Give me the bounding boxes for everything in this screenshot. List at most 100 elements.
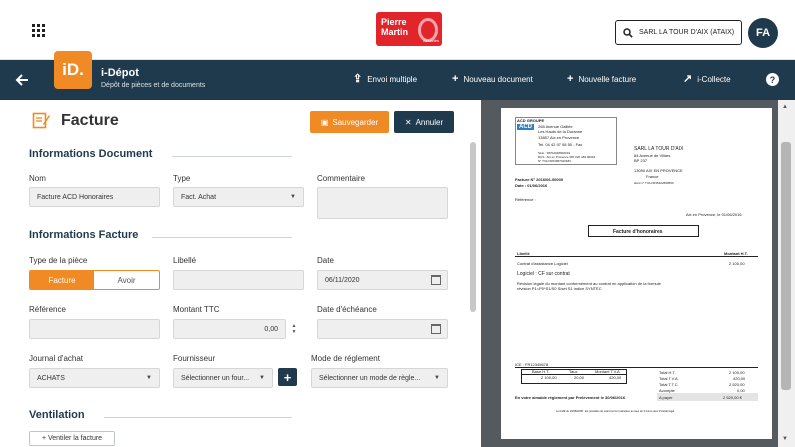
doc-facture-date: Date : 01/06/2016 <box>515 183 548 188</box>
section-divider <box>104 417 292 418</box>
nav-bar: i-Dépot Dépôt de pièces et de documents … <box>0 60 795 100</box>
calendar-icon[interactable] <box>431 275 441 285</box>
save-label: Sauvegarder <box>332 117 379 127</box>
ventiler-button[interactable]: + Ventiler la facture <box>29 431 115 446</box>
montant-value: 0,00 <box>264 325 278 333</box>
nom-input[interactable]: Facture ACD Honoraires <box>29 187 160 207</box>
add-fournisseur-button[interactable]: + <box>278 368 297 386</box>
document-preview: ACD GROUPE ACD 268 Avenue Galilée Les Ha… <box>481 100 795 447</box>
fournisseur-select[interactable]: Sélectionner un four... ▼ <box>173 368 273 388</box>
back-arrow-icon[interactable] <box>14 72 30 88</box>
doc-facture-no: Facture N° 2016/06-00000 <box>515 177 564 182</box>
search-icon <box>623 27 633 38</box>
libelle-input[interactable] <box>173 270 304 290</box>
envoi-multiple-label: Envoi multiple <box>367 74 418 84</box>
company-logo: Pierre Martin Associés <box>376 12 442 46</box>
company-name: SARL LA TOUR D'AIX (ATAIX) <box>639 29 735 36</box>
commentaire-label: Commentaire <box>317 174 366 183</box>
chevron-up-icon[interactable]: ▲ <box>782 104 788 110</box>
date-label: Date <box>317 256 334 265</box>
libelle-label: Libellé <box>173 256 197 265</box>
nouvelle-facture-button[interactable]: + Nouvelle facture <box>567 73 637 85</box>
cancel-label: Annuler <box>415 117 444 127</box>
reference-input[interactable] <box>29 319 160 339</box>
journal-select[interactable]: ACHATS ▼ <box>29 368 160 388</box>
i-collecte-button[interactable]: ↗ i-Collecte <box>683 74 731 85</box>
doc-tbl-h2: Taux <box>569 369 578 374</box>
doc-tbl-h3: Montant T.V.A. <box>595 369 621 374</box>
date-input[interactable]: 06/11/2020 <box>317 270 448 290</box>
form-scrollbar[interactable] <box>470 142 476 312</box>
app-icon: iD. <box>54 51 92 89</box>
doc-logo: ACD <box>517 124 534 130</box>
logo-line2: Martin <box>381 27 408 37</box>
echeance-input[interactable] <box>317 319 448 339</box>
save-button[interactable]: ▣ Sauvegarder <box>310 111 389 133</box>
doc-apayer-label: A payer <box>659 395 673 400</box>
doc-tva: N° TVA FR63387020483 <box>538 159 571 163</box>
doc-client-tva: ident n° TVA FR35402658559 <box>634 181 674 185</box>
journal-label: Journal d'achat <box>29 354 84 363</box>
section-title-ventilation: Ventilation <box>29 409 85 421</box>
nom-label: Nom <box>29 174 46 183</box>
doc-line1: Contrat d'assistance Logiciel <box>517 261 568 266</box>
doc-place-date: Aix en Provence, le 01/06/2016 <box>686 212 742 217</box>
doc-reference: Référence : <box>515 197 536 202</box>
doc-tot-tva-label: Total T.V.A. <box>659 376 679 381</box>
doc-tot-ht-label: Total H.T. <box>659 370 676 375</box>
doc-line2: Logiciel : CF sur contrat <box>517 271 570 277</box>
doc-tot-ttc-label: Total T.T.C. <box>659 382 679 387</box>
apps-grid-icon[interactable] <box>32 24 45 37</box>
type-piece-label: Type de la pièce <box>29 256 88 265</box>
nouveau-document-button[interactable]: + Nouveau document <box>452 74 533 85</box>
doc-col-montant: Montant H.T. <box>724 251 748 256</box>
doc-col-libelle: Libellé <box>517 251 530 256</box>
doc-rule <box>515 256 758 257</box>
toggle-facture[interactable]: Facture <box>30 271 94 289</box>
envoi-multiple-button[interactable]: ⇪ Envoi multiple <box>353 74 418 85</box>
toggle-avoir[interactable]: Avoir <box>94 271 159 289</box>
help-icon[interactable]: ? <box>766 73 779 86</box>
cancel-button[interactable]: ✕ Annuler <box>394 111 454 133</box>
page-title: Facture <box>61 112 119 129</box>
nouveau-document-label: Nouveau document <box>463 74 533 84</box>
reglement-select[interactable]: Sélectionner un mode de règle... ▼ <box>311 368 448 388</box>
doc-apayer: 2 520,00 € <box>723 395 742 400</box>
logo-sub: Associés <box>422 38 439 43</box>
calendar-icon[interactable] <box>431 324 441 334</box>
type-label: Type <box>173 174 191 183</box>
top-bar: Pierre Martin Associés SARL LA TOUR D'AI… <box>0 0 795 60</box>
chevron-down-icon: ▼ <box>290 194 296 200</box>
plus-icon: + <box>567 73 574 85</box>
doc-box-title: Facture d'honoraires <box>613 229 663 235</box>
doc-tbl-h1: Base H.T. <box>532 369 550 374</box>
chevron-down-icon[interactable]: ▼ <box>782 436 788 442</box>
echeance-label: Date d'échéance <box>317 305 377 314</box>
company-selector-button[interactable]: SARL LA TOUR D'AIX (ATAIX) <box>615 20 742 45</box>
app-subtitle: Dépôt de pièces et de documents <box>101 82 206 89</box>
reglement-label: Mode de réglement <box>311 354 380 363</box>
doc-tel: Tel. 04 42 97 08 50 - Fax <box>538 142 583 147</box>
section-divider <box>152 237 292 238</box>
user-avatar[interactable]: FA <box>748 18 778 48</box>
chevron-down-icon[interactable]: ▼ <box>292 329 297 335</box>
montant-stepper[interactable]: ▲ ▼ <box>287 319 301 339</box>
fournisseur-value: Sélectionner un four... <box>181 374 250 382</box>
reglement-value: Sélectionner un mode de règle... <box>319 374 421 382</box>
commentaire-textarea[interactable] <box>317 187 448 219</box>
doc-group: ACD GROUPE <box>517 118 545 123</box>
doc-rule <box>515 367 758 368</box>
doc-line4: révision P1=P0*S1/S0 S/set S1 indice SYN… <box>517 286 602 291</box>
type-value: Fact. Achat <box>181 193 217 201</box>
doc-line1-amount: 2 100,00 <box>729 261 745 266</box>
fournisseur-label: Fournisseur <box>173 354 216 363</box>
type-piece-toggle: Facture Avoir <box>29 270 160 290</box>
section-divider <box>172 156 292 157</box>
montant-input[interactable]: 0,00 <box>173 319 286 339</box>
preview-scrollbar[interactable] <box>781 142 791 390</box>
nouvelle-facture-label: Nouvelle facture <box>578 74 637 84</box>
type-select[interactable]: Fact. Achat ▼ <box>173 187 304 207</box>
doc-footer: Loi LME du 04/08/2008 : les pénalités de… <box>556 410 675 413</box>
doc-payment-note: En votre aimable règlement par Prélèveme… <box>515 395 626 400</box>
edit-document-icon <box>32 112 50 129</box>
